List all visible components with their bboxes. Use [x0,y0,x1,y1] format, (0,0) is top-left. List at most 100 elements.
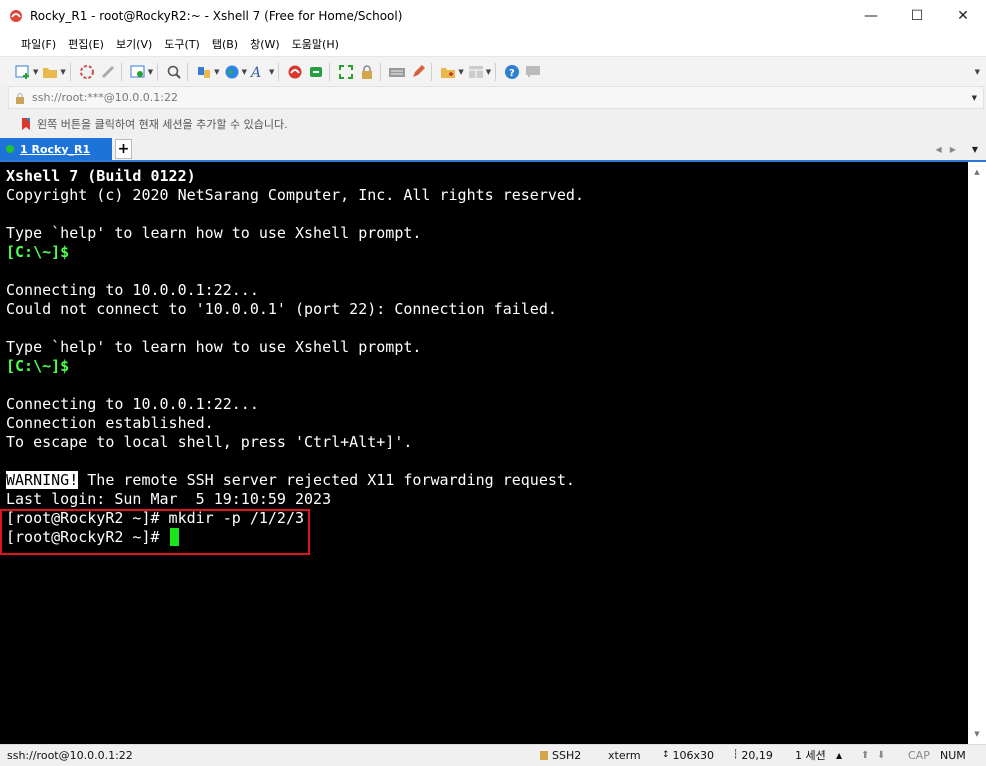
arrow-up-icon[interactable]: ⬆ [861,745,869,766]
layout-dropdown-icon[interactable]: ▼ [486,68,491,76]
window-title: Rocky_R1 - root@RockyR2:~ - Xshell 7 (Fr… [30,9,403,23]
title-bar: Rocky_R1 - root@RockyR2:~ - Xshell 7 (Fr… [0,0,986,33]
warning-tag: WARNING! [6,471,79,489]
menu-bar: 파일(F) 편집(E) 보기(V) 도구(T) 탭(B) 창(W) 도움말(H) [0,32,986,56]
status-connection: ssh://root@10.0.0.1:22 [7,749,133,762]
warning-message: The remote SSH server rejected X11 forwa… [87,471,575,489]
find-icon[interactable] [165,62,183,82]
address-bar[interactable]: ssh://root:***@10.0.0.1:22 ▼ [8,86,984,109]
scroll-up-icon[interactable]: ▲ [968,164,986,180]
bookmark-icon[interactable] [20,117,32,131]
menu-tools[interactable]: 도구(T) [158,36,206,52]
address-dropdown-icon[interactable]: ▼ [972,94,977,102]
open-dropdown-icon[interactable]: ▼ [60,68,65,76]
terminal-line: Type `help' to learn how to use Xshell p… [6,224,422,242]
font-dropdown-icon[interactable]: ▼ [269,68,274,76]
keyboard-icon[interactable] [388,62,406,82]
tab-rocky-r1[interactable]: 1 Rocky_R1 [0,138,112,160]
toolbar-overflow-icon[interactable]: ▼ [975,68,980,76]
size-label: 106x30 [672,749,715,762]
protocol-label: SSH2 [552,749,582,762]
terminal-line: Type `help' to learn how to use Xshell p… [6,338,422,356]
local-prompt: [C:\~]$ [6,243,70,261]
close-button[interactable]: ✕ [940,0,986,32]
svg-text:A: A [250,65,261,80]
tab-label: 1 Rocky_R1 [20,142,91,156]
status-cursor-position: ┆ 20,19 [733,745,773,766]
highlight-annotation-box [0,509,310,555]
toolbar-separator [380,62,382,81]
transfer-icon[interactable] [195,62,213,82]
add-folder-icon[interactable] [439,62,457,82]
tab-bar: 1 Rocky_R1 + ◀ ▶ ▼ [0,138,986,162]
open-folder-icon[interactable] [41,62,59,82]
sessions-dropdown-icon[interactable]: ▲ [836,745,842,766]
status-protocol: SSH2 [540,745,581,766]
terminal-line: Copyright (c) 2020 NetSarang Computer, I… [6,186,584,204]
new-tab-button[interactable]: + [115,139,132,159]
toolbar: ▼ ▼ ▼ ▼ ▼ A ▼ ▼ ▼ ? ▼ [0,56,986,86]
maximize-button[interactable]: ☐ [894,0,940,32]
toolbar-separator [187,62,189,81]
menu-file[interactable]: 파일(F) [15,36,62,52]
status-sessions[interactable]: 1 세션 [795,745,826,766]
terminal-line: Connecting to 10.0.0.1:22... [6,281,259,299]
layout-icon[interactable] [467,62,485,82]
warning-line: WARNING! The remote SSH server rejected … [6,471,575,490]
tab-list-dropdown-icon[interactable]: ▼ [972,145,978,154]
toolbar-separator [157,62,159,81]
xftp-icon[interactable] [307,62,325,82]
address-text: ssh://root:***@10.0.0.1:22 [32,91,178,104]
fullscreen-icon[interactable] [337,62,355,82]
terminal-line: Xshell 7 (Build 0122) [6,167,196,185]
cursor-pos-icon: ┆ [733,750,739,760]
transfer-dropdown-icon[interactable]: ▼ [214,68,219,76]
terminal-line: Connecting to 10.0.0.1:22... [6,395,259,413]
arrow-down-icon[interactable]: ⬇ [877,745,885,766]
lock-status-icon [540,751,548,760]
menu-help[interactable]: 도움말(H) [286,36,345,52]
connected-status-icon [6,145,14,153]
menu-edit[interactable]: 편집(E) [62,36,110,52]
disconnect-icon[interactable] [99,62,117,82]
tab-prev-icon[interactable]: ◀ [936,145,942,154]
menu-tab[interactable]: 탭(B) [206,36,244,52]
chat-icon[interactable] [524,62,542,82]
svg-text:?: ? [509,68,515,79]
session-hint-bar: 왼쪽 버튼을 클릭하여 현재 세션을 추가할 수 있습니다. [8,112,984,136]
status-bar: ssh://root@10.0.0.1:22 SSH2 xterm ↕ 106x… [0,744,986,766]
new-session-icon[interactable] [14,62,32,82]
properties-dropdown-icon[interactable]: ▼ [148,68,153,76]
new-session-dropdown-icon[interactable]: ▼ [33,68,38,76]
scroll-down-icon[interactable]: ▼ [968,726,986,742]
terminal-line: To escape to local shell, press 'Ctrl+Al… [6,433,413,451]
resize-icon: ↕ [662,750,670,760]
terminal-area[interactable]: Xshell 7 (Build 0122) Copyright (c) 2020… [0,162,968,744]
font-icon[interactable]: A [250,62,268,82]
xshell-icon[interactable] [286,62,304,82]
tab-next-icon[interactable]: ▶ [950,145,956,154]
status-size: ↕ 106x30 [662,745,714,766]
lock-icon[interactable] [358,62,376,82]
toolbar-separator [431,62,433,81]
compose-icon[interactable] [409,62,427,82]
cursor-pos-label: 20,19 [741,749,773,762]
menu-window[interactable]: 창(W) [244,36,286,52]
num-lock-indicator: NUM [940,749,966,762]
caps-lock-indicator: CAP [908,749,930,762]
add-folder-dropdown-icon[interactable]: ▼ [458,68,463,76]
toolbar-separator [120,62,122,81]
xshell-logo-icon[interactable] [8,8,24,24]
globe-dropdown-icon[interactable]: ▼ [242,68,247,76]
terminal-scrollbar[interactable]: ▲ ▼ [968,162,986,744]
hint-text: 왼쪽 버튼을 클릭하여 현재 세션을 추가할 수 있습니다. [37,118,288,131]
globe-icon[interactable] [223,62,241,82]
minimize-button[interactable]: — [848,0,894,32]
properties-icon[interactable] [129,62,147,82]
status-terminal-type: xterm [608,749,641,762]
terminal-line: Connection established. [6,414,214,432]
reconnect-icon[interactable] [78,62,96,82]
toolbar-separator [495,62,497,81]
help-icon[interactable]: ? [503,62,521,82]
menu-view[interactable]: 보기(V) [110,36,158,52]
